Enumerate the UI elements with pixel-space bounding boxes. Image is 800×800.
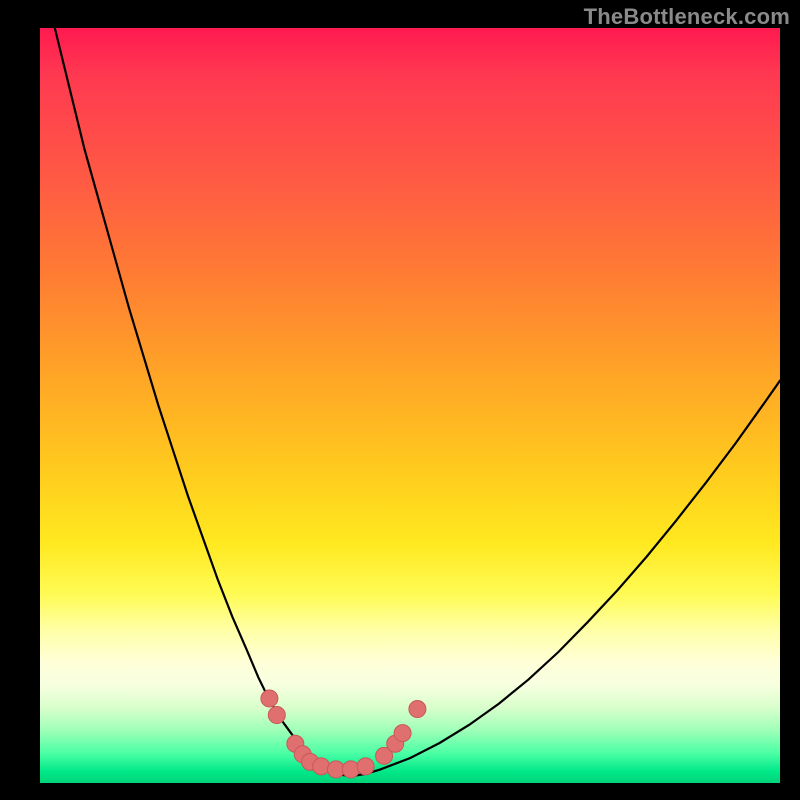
watermark-text: TheBottleneck.com	[584, 4, 790, 30]
curve-marker	[313, 758, 330, 775]
curve-marker	[409, 701, 426, 718]
chart-frame: TheBottleneck.com	[0, 0, 800, 800]
curve-marker	[357, 758, 374, 775]
curve-marker	[261, 690, 278, 707]
bottleneck-curve	[55, 28, 780, 776]
curve-markers	[261, 690, 426, 778]
curve-marker	[268, 707, 285, 724]
curve-marker	[342, 761, 359, 778]
chart-svg	[40, 28, 780, 783]
curve-marker	[394, 725, 411, 742]
